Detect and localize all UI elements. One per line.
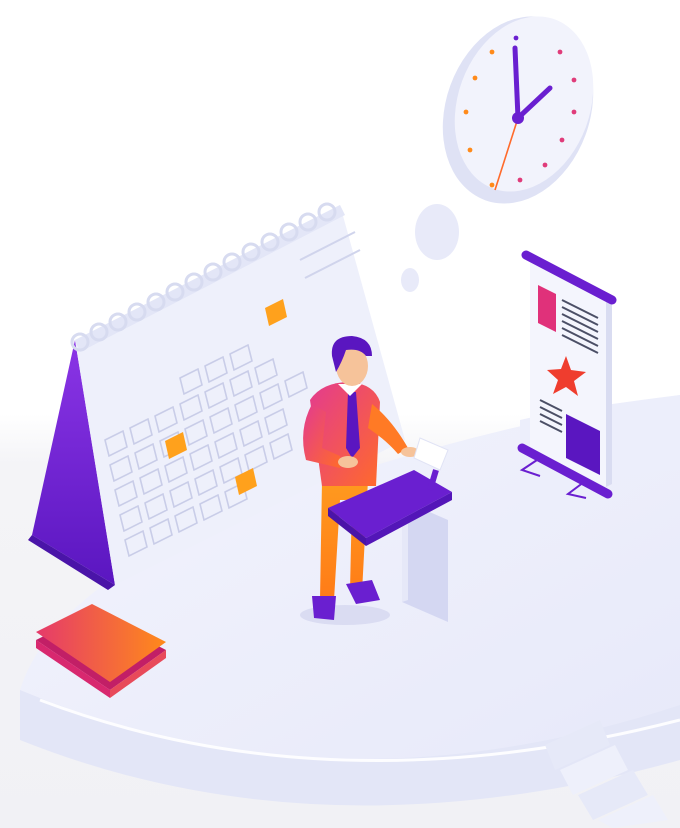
banner-icon — [517, 250, 617, 499]
illustration-canvas — [0, 0, 680, 828]
illustration-scene — [0, 0, 680, 828]
